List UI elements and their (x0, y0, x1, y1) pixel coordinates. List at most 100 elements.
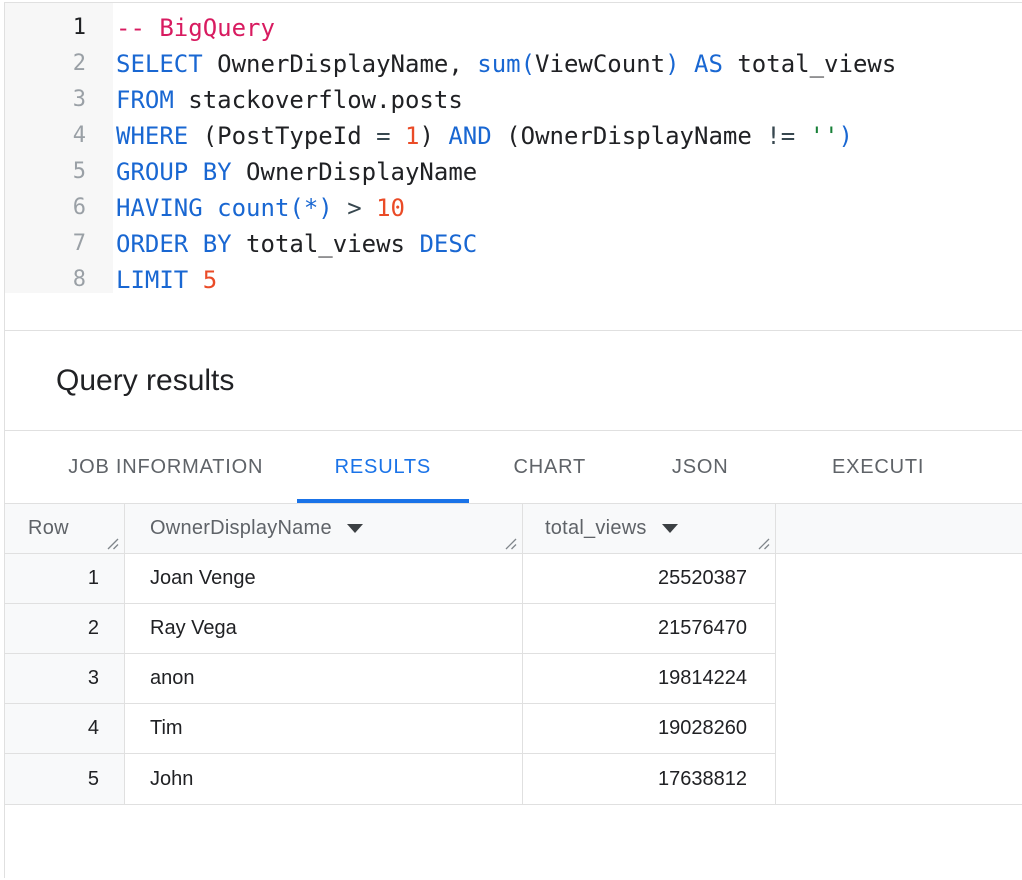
table-row: 2Ray Vega21576470 (5, 604, 1022, 654)
token-kw: FROM (116, 86, 174, 114)
tab-label: JOB INFORMATION (68, 456, 263, 479)
column-header-row[interactable]: Row (5, 504, 125, 553)
token-kw: AS (694, 50, 723, 78)
token-op: != (766, 122, 795, 150)
cell-row-number: 1 (5, 554, 125, 604)
tab-label: RESULTS (335, 456, 431, 479)
line-number: 5 (5, 154, 86, 190)
tab-label: CHART (514, 456, 587, 479)
table-bottom-divider (5, 804, 1022, 805)
cell-total-views: 25520387 (523, 554, 776, 604)
query-results-header: Query results (5, 331, 1022, 431)
cell-total-views: 17638812 (523, 754, 776, 804)
tab-job-information[interactable]: JOB INFORMATION (35, 431, 297, 503)
code-line[interactable]: SELECT OwnerDisplayName, sum(ViewCount) … (116, 46, 896, 82)
token-num: 5 (203, 266, 217, 294)
token-op: > (347, 194, 361, 222)
line-number: 4 (5, 118, 86, 154)
line-number: 2 (5, 46, 86, 82)
sql-editor[interactable]: 12345678 -- BigQuery SELECT OwnerDisplayN… (5, 3, 1022, 331)
code-line[interactable]: FROM stackoverflow.posts (116, 82, 896, 118)
cell-owner-display-name: Joan Venge (125, 554, 523, 604)
cell-total-views: 19028260 (523, 704, 776, 754)
column-label: OwnerDisplayName (150, 517, 332, 540)
token-kw: AND (448, 122, 491, 150)
token-pl: stackoverflow.posts (174, 86, 463, 114)
tab-chart[interactable]: CHART (469, 431, 630, 503)
sort-dropdown-icon[interactable] (347, 524, 363, 533)
cell-total-views: 21576470 (523, 604, 776, 654)
token-kw: LIMIT (116, 266, 188, 294)
code-line[interactable]: ORDER BY total_views DESC (116, 226, 896, 262)
page-title: Query results (56, 364, 234, 398)
token-fn: count(*) (217, 194, 333, 222)
column-resize-icon[interactable] (756, 536, 771, 551)
line-number: 3 (5, 82, 86, 118)
token-pl (680, 50, 694, 78)
cell-row-number: 2 (5, 604, 125, 654)
column-resize-icon[interactable] (503, 536, 518, 551)
column-header-empty (776, 504, 1022, 553)
column-label: total_views (545, 517, 647, 540)
token-num: 1 (405, 122, 419, 150)
token-pl: (OwnerDisplayName (492, 122, 767, 150)
cell-row-number: 4 (5, 704, 125, 754)
code-line[interactable]: HAVING count(*) > 10 (116, 190, 896, 226)
token-pl: ViewCount (535, 50, 665, 78)
results-table: Row OwnerDisplayName total_views 1Joan Ven… (5, 503, 1022, 805)
token-pl (203, 194, 217, 222)
sort-dropdown-icon[interactable] (662, 524, 678, 533)
token-kw: HAVING (116, 194, 203, 222)
column-resize-icon[interactable] (105, 536, 120, 551)
token-kw: ORDER BY (116, 230, 232, 258)
token-pl (333, 194, 347, 222)
table-row: 3anon19814224 (5, 654, 1022, 704)
column-label: Row (28, 517, 69, 540)
table-row: 4Tim19028260 (5, 704, 1022, 754)
tab-results[interactable]: RESULTS (297, 431, 470, 503)
token-pl (362, 194, 376, 222)
token-num: 10 (376, 194, 405, 222)
token-com: -- BigQuery (116, 14, 275, 42)
line-number-gutter: 12345678 (5, 3, 113, 293)
token-fn: ) (665, 50, 679, 78)
token-kw: SELECT (116, 50, 203, 78)
results-table-header: Row OwnerDisplayName total_views (5, 503, 1022, 554)
line-number: 7 (5, 226, 86, 262)
column-header-ownerdisplayname[interactable]: OwnerDisplayName (125, 504, 523, 553)
column-header-total_views[interactable]: total_views (523, 504, 776, 553)
code-content[interactable]: -- BigQuery SELECT OwnerDisplayName, sum(… (113, 3, 896, 298)
token-pl: OwnerDisplayName, (203, 50, 478, 78)
token-pl: total_views (723, 50, 896, 78)
cell-owner-display-name: anon (125, 654, 523, 704)
tab-label: JSON (672, 456, 729, 479)
cell-row-number: 5 (5, 754, 125, 804)
token-pl: total_views (232, 230, 420, 258)
token-pl (188, 266, 202, 294)
token-fn: sum( (477, 50, 535, 78)
cell-owner-display-name: Ray Vega (125, 604, 523, 654)
bigquery-panel: 12345678 -- BigQuery SELECT OwnerDisplayN… (4, 2, 1022, 878)
code-line[interactable]: LIMIT 5 (116, 262, 896, 298)
code-line[interactable]: GROUP BY OwnerDisplayName (116, 154, 896, 190)
cell-row-number: 3 (5, 654, 125, 704)
table-row: 1Joan Venge25520387 (5, 554, 1022, 604)
token-kw: DESC (419, 230, 477, 258)
token-kw: GROUP BY (116, 158, 232, 186)
token-fn: ) (839, 122, 853, 150)
tab-json[interactable]: JSON (630, 431, 769, 503)
token-pl (795, 122, 809, 150)
line-number: 6 (5, 190, 86, 226)
code-line[interactable]: -- BigQuery (116, 10, 896, 46)
token-pl: OwnerDisplayName (232, 158, 478, 186)
token-pl: ) (419, 122, 448, 150)
cell-total-views: 19814224 (523, 654, 776, 704)
token-kw: WHERE (116, 122, 188, 150)
code-line[interactable]: WHERE (PostTypeId = 1) AND (OwnerDisplay… (116, 118, 896, 154)
line-number: 1 (5, 10, 86, 46)
token-str: '' (810, 122, 839, 150)
tab-executi[interactable]: EXECUTI (770, 431, 1022, 503)
cell-owner-display-name: Tim (125, 704, 523, 754)
results-tab-bar: JOB INFORMATION RESULTS CHART JSON EXECUTI (5, 431, 1022, 503)
token-pl (391, 122, 405, 150)
